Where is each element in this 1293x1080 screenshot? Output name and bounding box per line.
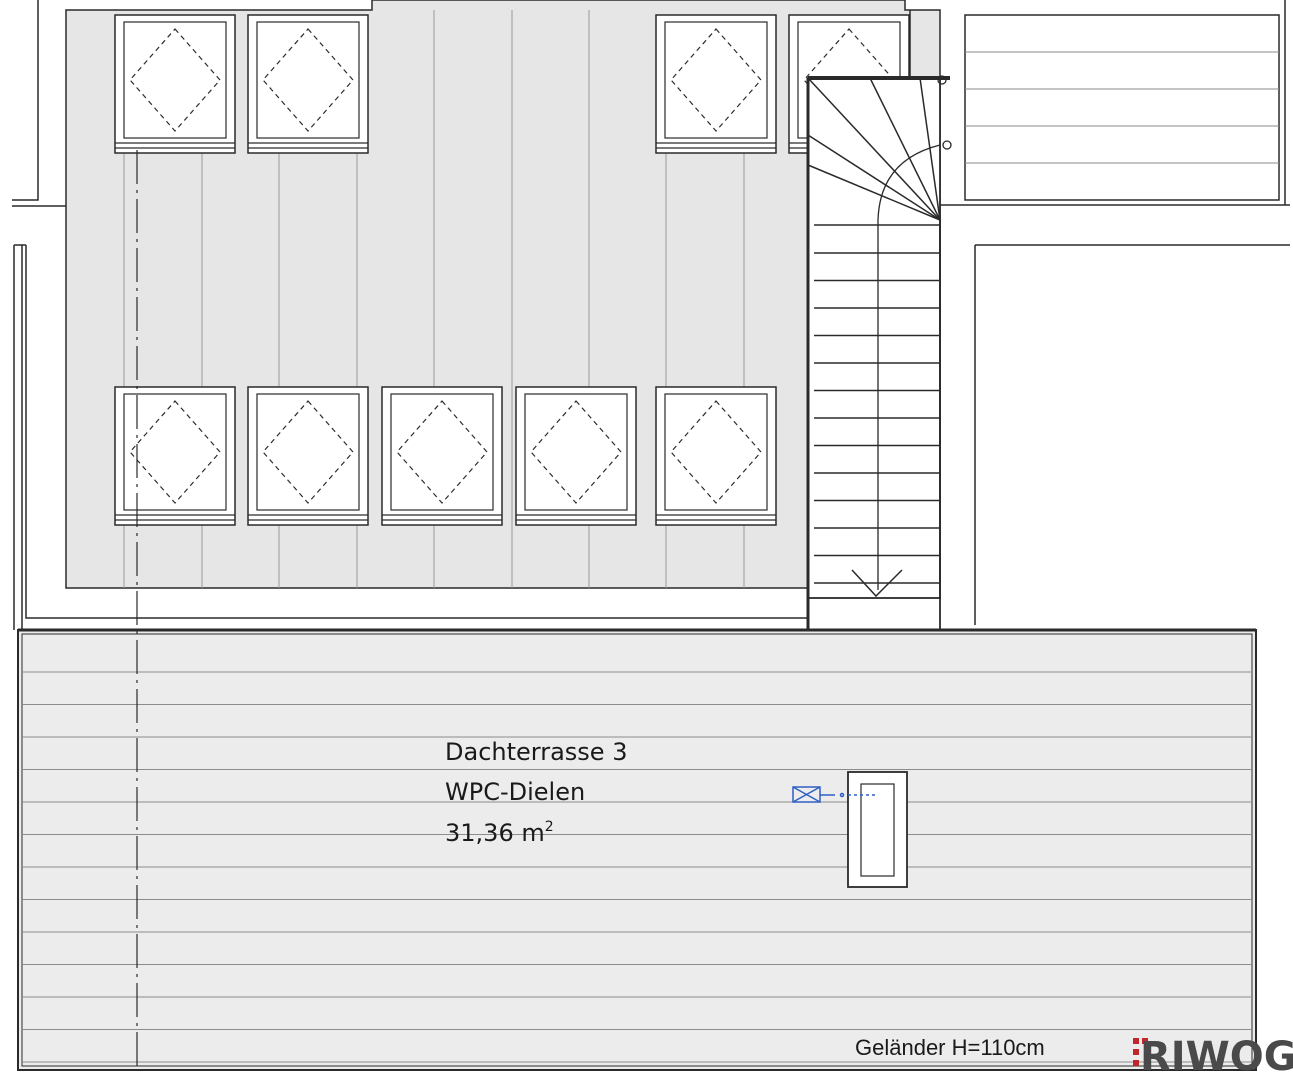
floor-material: WPC-Dielen (445, 778, 585, 806)
staircase (806, 75, 952, 632)
roof-hatch (847, 771, 908, 888)
skylight-window-icon (247, 386, 369, 526)
skylight-window-icon (655, 14, 777, 154)
entry-block (964, 14, 1280, 201)
skylight-window-icon (114, 14, 236, 154)
logo-text: RIWOG (1140, 1034, 1293, 1080)
skylight-window-icon (655, 386, 777, 526)
skylight-window-icon (515, 386, 637, 526)
room-area-unit: 2 (545, 819, 554, 835)
skylights-middle-row (114, 386, 777, 526)
room-area: 31,36 m2 (445, 819, 554, 847)
room-name: Dachterrasse 3 (445, 738, 627, 766)
skylight-window-icon (381, 386, 503, 526)
railing-label: Geländer H=110cm (855, 1035, 1045, 1060)
room-area-value: 31,36 m (445, 819, 545, 847)
skylight-window-icon (247, 14, 369, 154)
floor-plan: Dachterrasse 3 WPC-Dielen 31,36 m2 Gelän… (12, 0, 1293, 1080)
skylight-window-icon (114, 386, 236, 526)
riwog-logo: RIWOG (1133, 1034, 1293, 1080)
